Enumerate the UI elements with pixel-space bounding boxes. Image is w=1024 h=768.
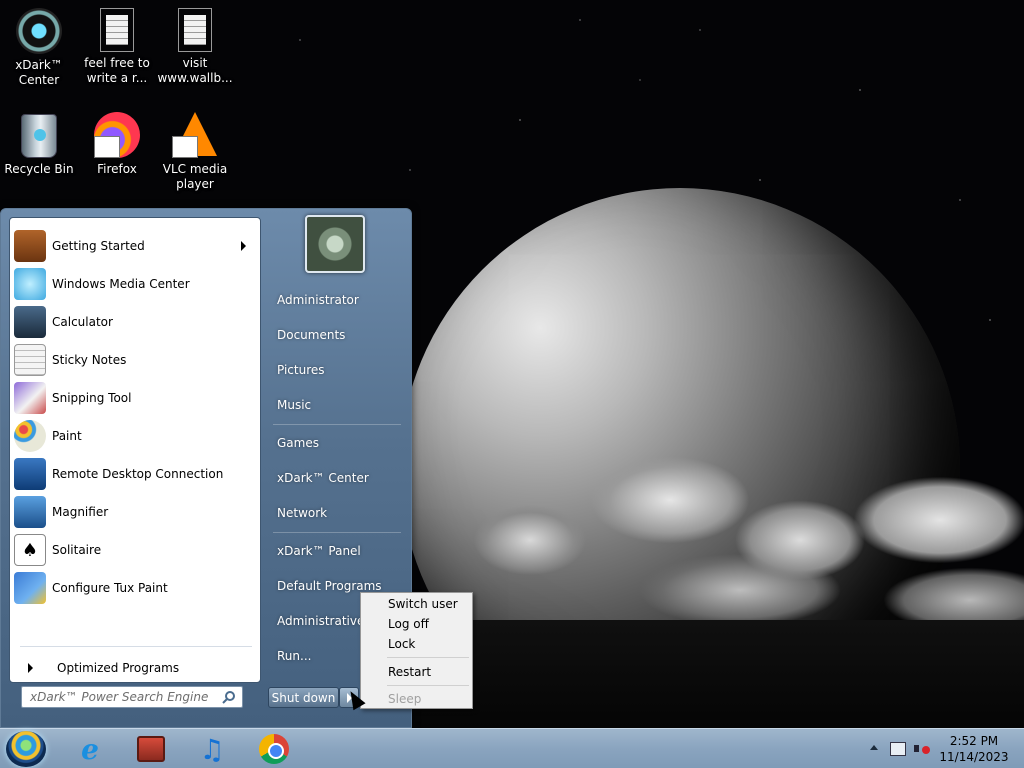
- all-programs-label: Optimized Programs: [57, 661, 180, 675]
- program-label: Solitaire: [52, 543, 102, 557]
- desktop-icon-label: Firefox: [97, 162, 137, 176]
- program-label: Remote Desktop Connection: [52, 467, 224, 481]
- magnifier-icon: [14, 496, 46, 528]
- program-label: Configure Tux Paint: [52, 581, 168, 595]
- program-sticky-notes[interactable]: Sticky Notes: [14, 342, 258, 378]
- right-item-games[interactable]: Games: [269, 428, 405, 458]
- program-label: Sticky Notes: [52, 353, 127, 367]
- program-calculator[interactable]: Calculator: [14, 304, 258, 340]
- desktop-icon-readme[interactable]: feel free to write a r...: [78, 8, 156, 86]
- network-icon[interactable]: [890, 742, 906, 756]
- itunes-icon: ♫: [199, 732, 225, 766]
- menu-separator: [387, 685, 469, 686]
- menu-item-sleep: Sleep: [388, 692, 422, 706]
- remote-desktop-icon: [14, 458, 46, 490]
- submenu-arrow-icon: [241, 241, 246, 251]
- menu-item-log-off[interactable]: Log off: [363, 614, 470, 634]
- wallpaper-horizon: [410, 620, 1024, 728]
- recycle-bin-icon: [21, 114, 57, 158]
- all-programs-button[interactable]: Optimized Programs: [18, 656, 254, 680]
- desktop-icon-label: feel free to write a r...: [84, 56, 150, 85]
- show-hidden-icons-button[interactable]: [870, 745, 878, 750]
- tux-paint-icon: [14, 572, 46, 604]
- store-icon: [137, 736, 165, 762]
- xdark-center-icon: [16, 8, 62, 54]
- program-paint[interactable]: Paint: [14, 418, 258, 454]
- desktop-icon-label: visit www.wallb...: [157, 56, 233, 85]
- taskbar-chrome[interactable]: [254, 732, 294, 766]
- program-snipping-tool[interactable]: Snipping Tool: [14, 380, 258, 416]
- program-label: Getting Started: [52, 239, 145, 253]
- wallpaper-clouds: [410, 430, 1024, 625]
- desktop-icon-visit[interactable]: visit www.wallb...: [156, 8, 234, 86]
- vlc-icon: [172, 112, 218, 158]
- program-getting-started[interactable]: Getting Started: [14, 228, 258, 264]
- solitaire-icon: ♠: [14, 534, 46, 566]
- desktop-icon-vlc[interactable]: VLC media player: [156, 112, 234, 192]
- taskbar-store[interactable]: [131, 732, 171, 766]
- menu-item-restart[interactable]: Restart: [363, 662, 470, 682]
- program-label: Calculator: [52, 315, 113, 329]
- divider: [20, 646, 252, 647]
- program-remote-desktop[interactable]: Remote Desktop Connection: [14, 456, 258, 492]
- right-item-pictures[interactable]: Pictures: [269, 355, 405, 385]
- desktop-icon-recycle-bin[interactable]: Recycle Bin: [0, 114, 78, 177]
- divider: [273, 532, 401, 533]
- program-magnifier[interactable]: Magnifier: [14, 494, 258, 530]
- text-document-icon: [178, 8, 212, 52]
- expand-arrow-icon: [28, 663, 33, 673]
- program-label: Windows Media Center: [52, 277, 190, 291]
- clock-date: 11/14/2023: [939, 750, 1009, 764]
- desktop-icon-firefox[interactable]: Firefox: [78, 112, 156, 177]
- right-item-documents[interactable]: Documents: [269, 320, 405, 350]
- desktop-icon-xdark-center[interactable]: xDark™ Center: [0, 8, 78, 88]
- taskbar-itunes[interactable]: ♫: [192, 732, 232, 766]
- right-item-music[interactable]: Music: [269, 390, 405, 420]
- taskbar-internet-explorer[interactable]: e: [70, 732, 110, 766]
- media-center-icon: [14, 268, 46, 300]
- shortcut-badge-icon: [172, 136, 198, 158]
- desktop-icon-label: VLC media player: [162, 162, 228, 191]
- menu-separator: [387, 657, 469, 658]
- firefox-icon: [94, 112, 140, 158]
- start-menu: Getting Started Windows Media Center Cal…: [0, 208, 412, 728]
- volume-muted-icon[interactable]: [914, 742, 930, 756]
- menu-item-switch-user[interactable]: Switch user: [363, 594, 470, 614]
- program-windows-media-center[interactable]: Windows Media Center: [14, 266, 258, 302]
- program-solitaire[interactable]: ♠ Solitaire: [14, 532, 258, 568]
- start-button[interactable]: [6, 731, 46, 767]
- internet-explorer-icon: e: [81, 732, 99, 766]
- right-item-xdark-panel[interactable]: xDark™ Panel: [269, 536, 405, 566]
- search-icon[interactable]: [222, 690, 236, 704]
- chrome-icon: [259, 734, 289, 764]
- divider: [273, 424, 401, 425]
- calculator-icon: [14, 306, 46, 338]
- desktop-icon-label: xDark™ Center: [15, 58, 63, 87]
- snipping-tool-icon: [14, 382, 46, 414]
- program-label: Snipping Tool: [52, 391, 132, 405]
- paint-icon: [14, 420, 46, 452]
- sticky-notes-icon: [14, 344, 46, 376]
- taskbar: e ♫ 2:52 PM 11/14/2023: [0, 728, 1024, 768]
- text-document-icon: [100, 8, 134, 52]
- shortcut-badge-icon: [94, 136, 120, 158]
- right-item-administrator[interactable]: Administrator: [269, 285, 405, 315]
- shutdown-options-menu: Switch user Log off Lock Restart Sleep: [360, 592, 473, 709]
- clock-time: 2:52 PM: [949, 734, 999, 748]
- search-placeholder: xDark™ Power Search Engine: [30, 690, 209, 704]
- right-item-network[interactable]: Network: [269, 498, 405, 528]
- search-input[interactable]: xDark™ Power Search Engine: [21, 686, 243, 708]
- start-menu-programs-pane: Getting Started Windows Media Center Cal…: [9, 217, 261, 683]
- system-clock[interactable]: 2:52 PM 11/14/2023: [938, 733, 1010, 765]
- shutdown-button[interactable]: Shut down: [268, 687, 339, 708]
- user-avatar[interactable]: [305, 215, 365, 273]
- desktop-icon-label: Recycle Bin: [4, 162, 74, 176]
- program-label: Magnifier: [52, 505, 109, 519]
- program-label: Paint: [52, 429, 82, 443]
- program-configure-tux-paint[interactable]: Configure Tux Paint: [14, 570, 258, 606]
- getting-started-icon: [14, 230, 46, 262]
- menu-item-lock[interactable]: Lock: [363, 634, 470, 654]
- right-item-xdark-center[interactable]: xDark™ Center: [269, 463, 405, 493]
